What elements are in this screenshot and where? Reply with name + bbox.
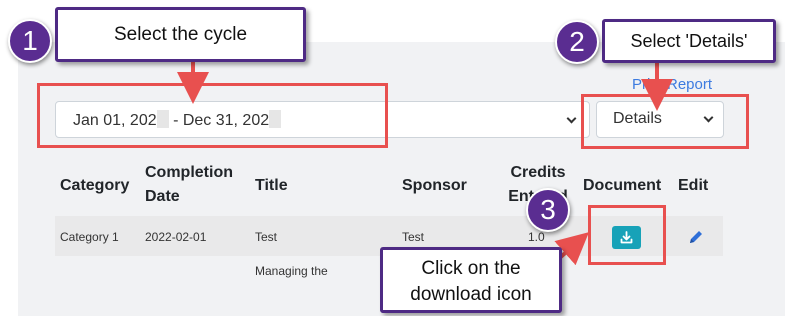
step-badge-2: 2 <box>555 20 599 64</box>
step-badge-1: 1 <box>8 19 52 63</box>
step-badge-3: 3 <box>526 188 570 232</box>
callout-3-line2: download icon <box>410 284 532 305</box>
callout-3: Click on the download icon <box>380 247 562 313</box>
callout-1: Select the cycle <box>55 7 306 62</box>
callout-3-line1: Click on the <box>421 258 521 279</box>
callout-2: Select 'Details' <box>602 19 776 63</box>
